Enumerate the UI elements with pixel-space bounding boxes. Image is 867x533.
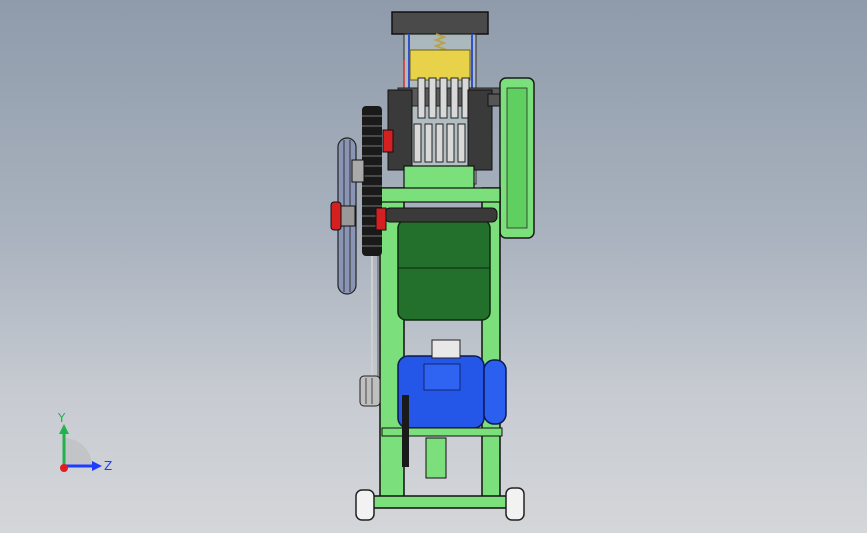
base-bar	[363, 495, 523, 509]
motor-mount	[381, 427, 503, 437]
cad-viewport[interactable]: Y Z	[0, 0, 867, 533]
hopper-top-plate	[391, 11, 489, 35]
frame-top-crossbar	[379, 187, 501, 203]
hub-red-1	[382, 129, 394, 153]
triad-sector	[64, 438, 92, 466]
machine-model[interactable]	[0, 0, 867, 533]
mount-plate	[425, 437, 447, 479]
hub-grey-2	[340, 205, 356, 227]
hub-red-3	[330, 201, 342, 231]
axis-triad: Y Z	[57, 411, 112, 473]
frame-top-block	[403, 165, 475, 191]
wheel-left	[355, 489, 375, 521]
yellow-roller	[409, 49, 471, 81]
z-axis-arrow-icon	[92, 461, 102, 471]
adjust-screw	[402, 395, 409, 467]
hub-red-2	[375, 207, 387, 231]
small-pulley	[359, 375, 381, 407]
hub-grey-1	[351, 159, 365, 183]
motor-terminal-box	[431, 339, 461, 359]
wheel-right	[505, 487, 525, 521]
motor-end-cap	[483, 359, 507, 425]
chamber-shaft	[384, 207, 498, 223]
y-axis-label: Y	[57, 411, 66, 425]
belt-guard-inner	[506, 87, 528, 229]
gear-wheel	[362, 106, 382, 256]
y-axis-arrow-icon	[59, 424, 69, 434]
chamber	[397, 219, 491, 321]
z-axis-label: Z	[104, 459, 112, 473]
origin-dot	[60, 464, 68, 472]
motor-inner	[423, 363, 461, 391]
